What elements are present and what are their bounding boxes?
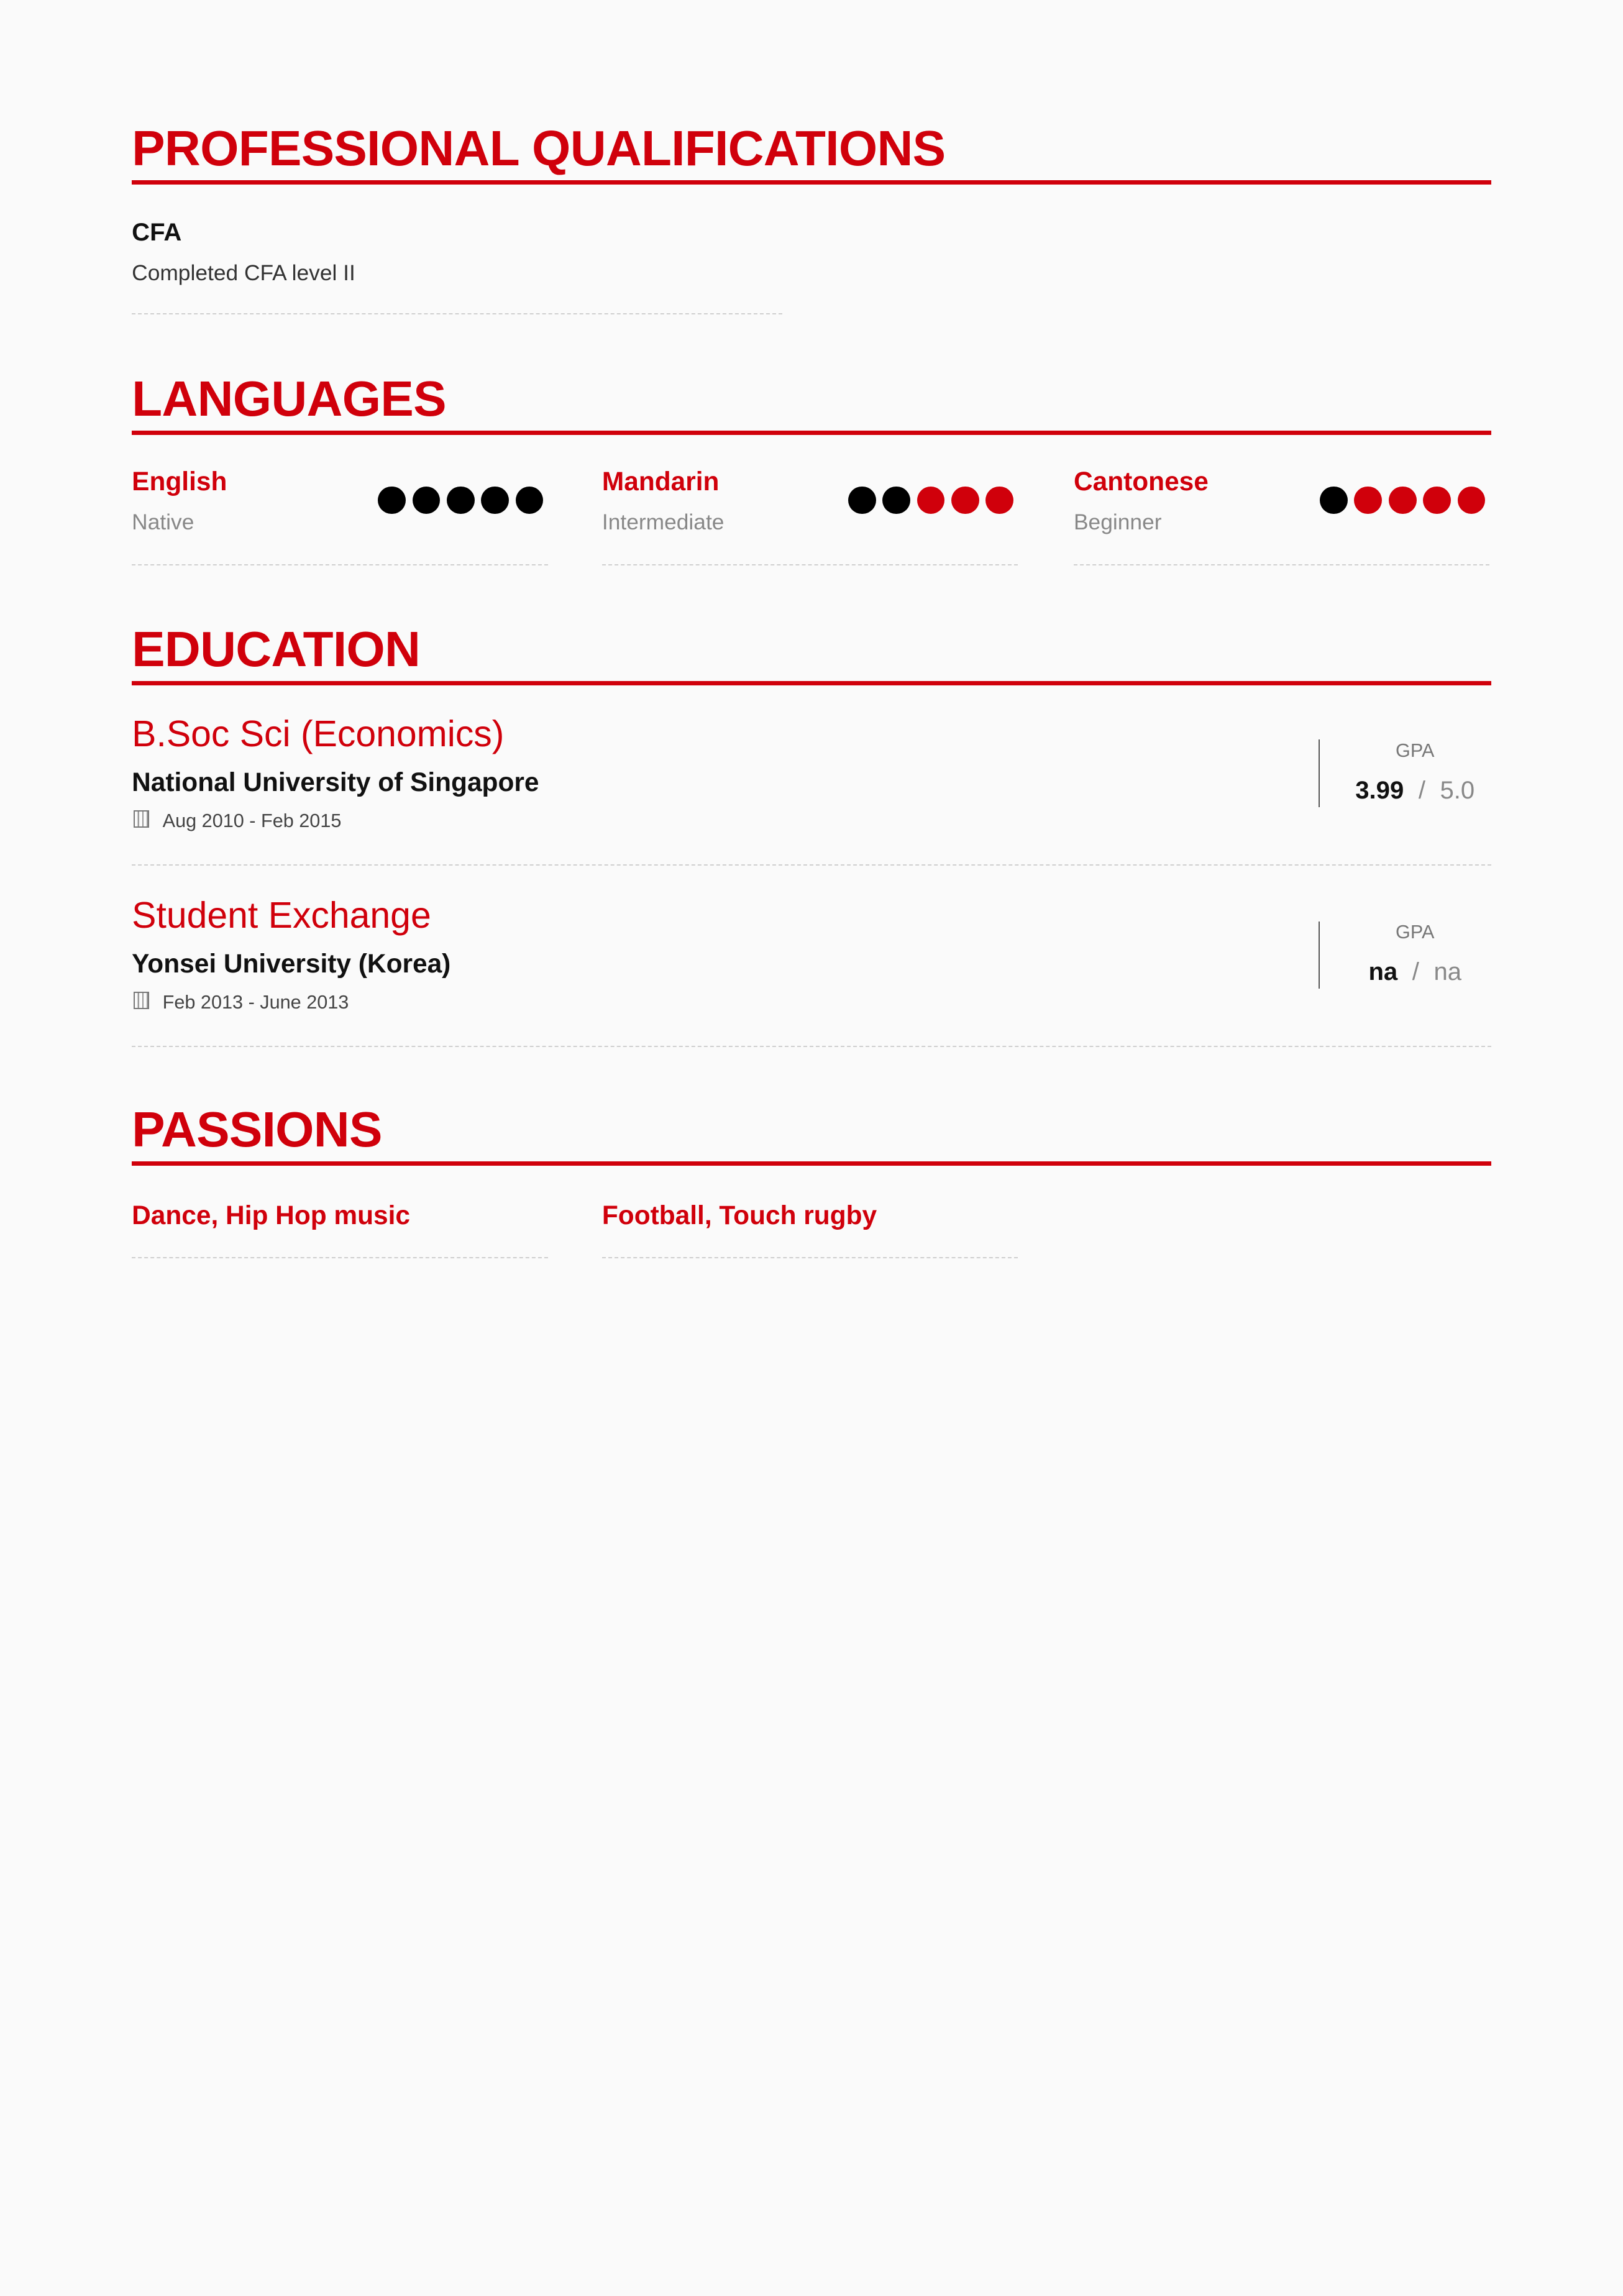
rating-dot-filled [446, 486, 475, 515]
gpa-max: na [1433, 958, 1462, 986]
degree-title: B.Soc Sci (Economics) [132, 713, 505, 754]
rating-dot-empty [951, 486, 979, 515]
resume-page: PROFESSIONAL QUALIFICATIONS CFA Complete… [0, 0, 1623, 2296]
qualification-title: CFA [132, 218, 182, 246]
rating-dot-filled [848, 486, 876, 515]
gpa-label: GPA [1396, 922, 1435, 943]
rating-dot-filled [515, 486, 544, 515]
rating-dot-empty [1457, 486, 1486, 515]
calendar-icon [133, 991, 150, 1010]
section-rule [132, 681, 1491, 686]
rating-dot-empty [1423, 486, 1451, 515]
gpa-score: na [1368, 958, 1398, 986]
degree-title: Student Exchange [132, 895, 431, 936]
language-level: Beginner [1073, 510, 1162, 534]
divider [132, 1256, 548, 1258]
education-dates: Feb 2013 - June 2013 [162, 992, 349, 1013]
rating-dot-empty [1354, 486, 1383, 515]
passion-item: Football, Touch rugby [601, 1201, 877, 1230]
section-rule [132, 1161, 1491, 1166]
rating-dot-empty [917, 486, 945, 515]
language-level: Native [132, 510, 194, 534]
divider [132, 864, 1491, 866]
rating-dot-empty [1388, 486, 1417, 515]
language-rating [1320, 486, 1486, 515]
rating-dot-filled [412, 486, 441, 515]
gpa-value: 3.99 / 5.0 [1320, 778, 1510, 803]
language-rating [848, 486, 1014, 515]
language-level: Intermediate [601, 510, 725, 534]
language-name: Cantonese [1073, 467, 1209, 496]
rating-dot-filled [882, 486, 911, 515]
school-name: Yonsei University (Korea) [132, 948, 451, 978]
gpa-score: 3.99 [1355, 776, 1404, 804]
passion-item: Dance, Hip Hop music [132, 1201, 411, 1230]
language-name: English [132, 467, 227, 496]
divider [132, 1046, 1491, 1047]
gpa-max: 5.0 [1440, 776, 1475, 804]
divider [601, 564, 1018, 565]
section-heading-education: EDUCATION [132, 621, 421, 677]
gpa-label: GPA [1396, 739, 1435, 761]
gpa-value: na / na [1320, 959, 1510, 984]
section-heading-qualifications: PROFESSIONAL QUALIFICATIONS [132, 120, 946, 176]
rating-dot-empty [985, 486, 1014, 515]
divider [1073, 564, 1490, 565]
section-heading-languages: LANGUAGES [132, 370, 446, 427]
school-name: National University of Singapore [132, 767, 539, 797]
rating-dot-filled [481, 486, 510, 515]
section-rule [132, 431, 1491, 436]
rating-dot-filled [1320, 486, 1348, 515]
calendar-icon [133, 810, 150, 828]
qualification-description: Completed CFA level II [132, 260, 355, 285]
section-rule [132, 180, 1491, 185]
divider [132, 564, 548, 565]
rating-dot-filled [378, 486, 406, 515]
section-heading-passions: PASSIONS [132, 1101, 382, 1158]
education-dates: Aug 2010 - Feb 2015 [162, 810, 342, 831]
gpa-separator: / [1412, 958, 1419, 986]
language-rating [378, 486, 544, 515]
divider [601, 1256, 1018, 1258]
divider [132, 313, 782, 315]
gpa-separator: / [1418, 776, 1425, 804]
language-name: Mandarin [601, 467, 720, 496]
